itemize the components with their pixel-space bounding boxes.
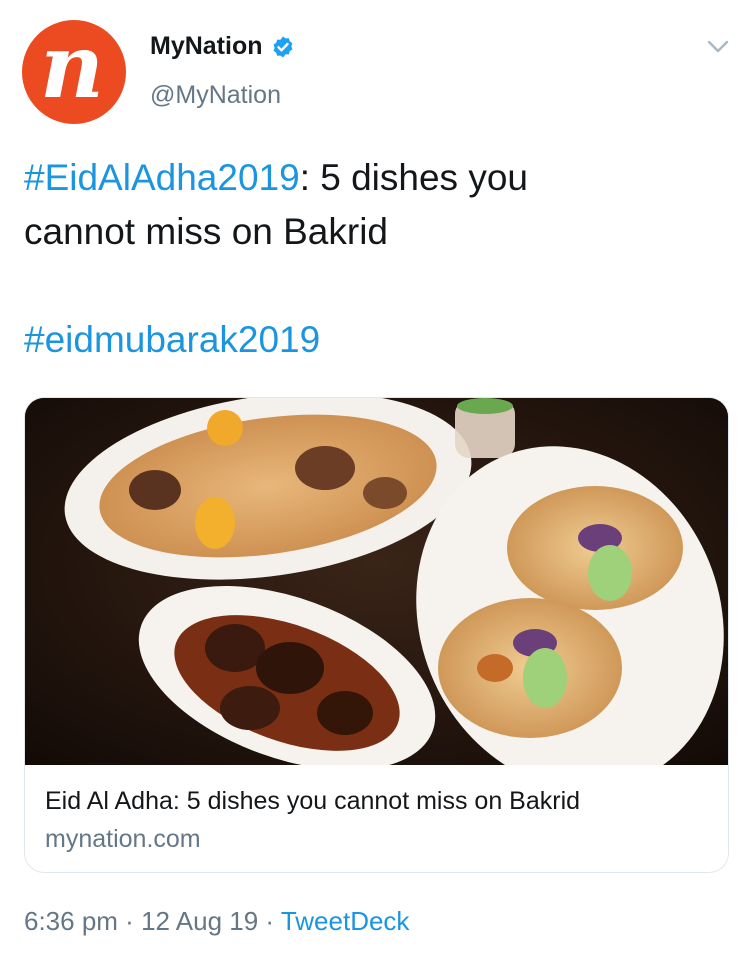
tweet-metadata: 6:36 pm · 12 Aug 19 · TweetDeck [24,906,409,937]
tweet-line-2: cannot miss on Bakrid [24,211,389,252]
avatar[interactable]: n [22,20,126,124]
tweet-line-3: #eidmubarak2019 [24,313,724,367]
tweet-time[interactable]: 6:36 pm [24,906,118,936]
card-title[interactable]: Eid Al Adha: 5 dishes you cannot miss on… [45,787,580,816]
tweet-text: #EidAlAdha2019: 5 dishes you cannot miss… [24,151,724,367]
tweet-date[interactable]: 12 Aug 19 [141,906,258,936]
tweet-source-link[interactable]: TweetDeck [281,906,410,936]
link-card[interactable]: Eid Al Adha: 5 dishes you cannot miss on… [24,397,729,873]
avatar-logo-letter: n [40,14,104,118]
separator-dot: · [258,906,281,936]
tweet-line-1: #EidAlAdha2019: 5 dishes you [24,151,724,205]
hashtag-link[interactable]: #eidmubarak2019 [24,319,320,360]
chevron-down-icon[interactable] [706,38,730,56]
tweet-text-segment: : 5 dishes you [299,157,528,198]
hashtag-link[interactable]: #EidAlAdha2019 [24,157,300,198]
food-photo [25,398,728,765]
user-handle[interactable]: @MyNation [150,81,281,110]
card-domain: mynation.com [45,825,201,853]
separator-dot: · [117,906,142,936]
display-name[interactable]: MyNation [150,32,263,61]
card-image[interactable] [25,398,728,765]
verified-badge-icon [273,36,292,57]
display-name-row[interactable]: MyNation [150,32,295,61]
